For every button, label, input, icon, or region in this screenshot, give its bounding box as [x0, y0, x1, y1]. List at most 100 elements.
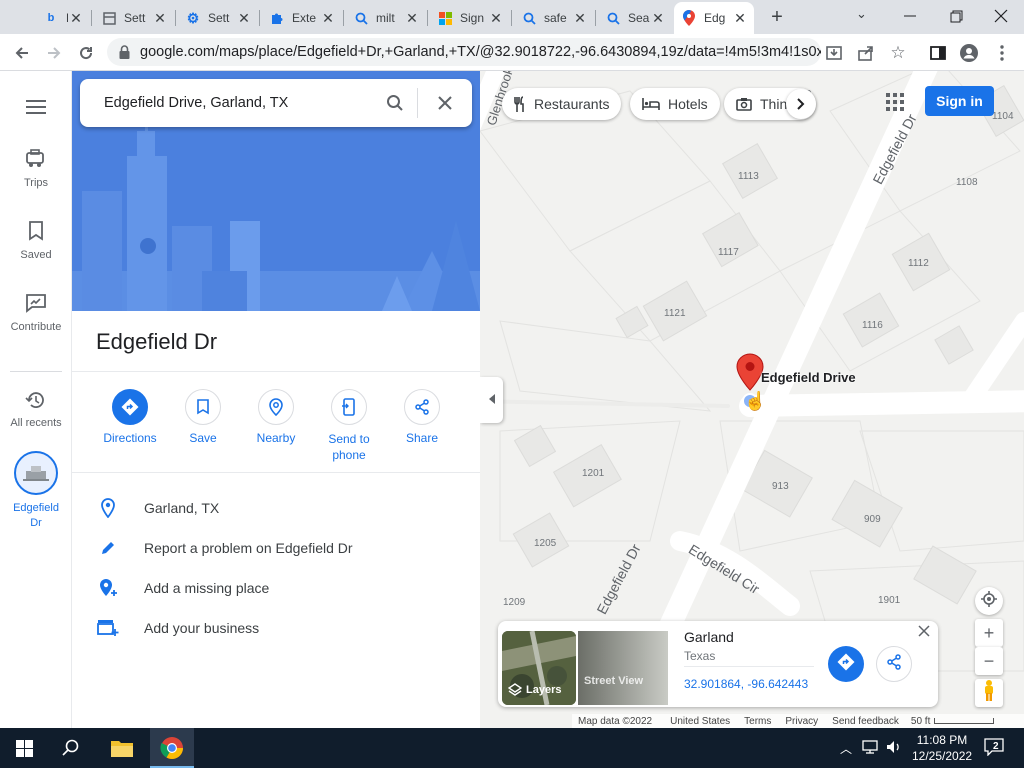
- system-clock[interactable]: 11:08 PM 12/25/2022: [912, 732, 972, 764]
- restaurants-chip[interactable]: Restaurants: [502, 88, 622, 120]
- browser-tab[interactable]: ⚙ Sett ✕: [178, 4, 258, 32]
- share-icon: [404, 389, 440, 425]
- rail-item-contribute[interactable]: Contribute: [0, 293, 72, 333]
- lot-number: 1205: [534, 538, 557, 549]
- side-panel-icon[interactable]: [927, 42, 949, 64]
- close-tab-icon[interactable]: ✕: [236, 10, 252, 27]
- browser-tab[interactable]: Sea ✕: [598, 4, 672, 32]
- volume-icon[interactable]: [886, 740, 902, 759]
- report-problem-row[interactable]: Report a problem on Edgefield Dr: [72, 528, 480, 568]
- hotels-chip[interactable]: Hotels: [630, 88, 720, 120]
- show-hidden-icons[interactable]: ︿: [840, 740, 852, 757]
- lot-number: 1201: [582, 468, 605, 479]
- bookmark-star-icon[interactable]: ☆: [887, 42, 909, 64]
- close-tab-icon[interactable]: ✕: [68, 10, 84, 27]
- apps-grid-icon[interactable]: [886, 93, 904, 111]
- close-tab-icon[interactable]: ✕: [152, 10, 168, 27]
- send-to-phone-button[interactable]: Send to phone: [314, 389, 384, 463]
- tab-search-icon[interactable]: ⌄: [856, 6, 872, 26]
- close-window-icon[interactable]: [991, 6, 1011, 26]
- map-pin-icon[interactable]: [736, 353, 764, 391]
- directions-icon: [837, 653, 855, 676]
- card-title: Garland: [684, 629, 734, 645]
- zoom-in-button[interactable]: +: [975, 619, 1003, 647]
- browser-tab[interactable]: Sett ✕: [94, 4, 174, 32]
- forward-icon[interactable]: [43, 42, 65, 64]
- rail-item-trips[interactable]: Trips: [0, 149, 72, 189]
- pegman-button[interactable]: [975, 679, 1003, 707]
- collapse-panel-button[interactable]: [480, 377, 503, 423]
- network-icon[interactable]: [862, 740, 880, 759]
- rail-item-saved[interactable]: Saved: [0, 221, 72, 261]
- browser-tab[interactable]: safe ✕: [514, 4, 594, 32]
- back-icon[interactable]: [11, 42, 33, 64]
- share-button[interactable]: Share: [387, 389, 457, 445]
- reload-icon[interactable]: [75, 42, 97, 64]
- chips-next-icon[interactable]: [786, 89, 816, 119]
- close-icon[interactable]: [918, 624, 932, 638]
- close-tab-icon[interactable]: ✕: [488, 10, 504, 27]
- browser-tab-active[interactable]: Edg ✕: [674, 2, 754, 34]
- close-tab-icon[interactable]: ✕: [650, 10, 666, 27]
- browser-menu-icon[interactable]: [991, 42, 1013, 64]
- save-button[interactable]: Save: [168, 389, 238, 445]
- share-page-icon[interactable]: [855, 42, 877, 64]
- card-coordinates[interactable]: 32.901864, -96.642443: [684, 677, 808, 691]
- windows-taskbar: ︿ 11:08 PM 12/25/2022 2: [0, 728, 1024, 768]
- taskbar-search-icon[interactable]: [62, 739, 80, 762]
- profile-icon[interactable]: [958, 42, 980, 64]
- new-tab-icon[interactable]: +: [766, 6, 788, 28]
- chrome-taskbar-button[interactable]: [150, 728, 194, 768]
- recent-place-thumbnail: [14, 451, 58, 495]
- street-view-thumbnail[interactable]: Street View: [578, 631, 668, 705]
- scale-bar: [934, 718, 995, 724]
- caret-left-icon: [488, 391, 495, 409]
- lot-number: 1104: [992, 111, 1014, 122]
- bookmark-icon: [0, 221, 72, 243]
- close-tab-icon[interactable]: ✕: [572, 10, 588, 27]
- zoom-out-button[interactable]: −: [975, 647, 1003, 675]
- maps-pin-icon: [682, 10, 696, 26]
- browser-tab[interactable]: milt ✕: [346, 4, 426, 32]
- close-tab-icon[interactable]: ✕: [404, 10, 420, 27]
- card-share-button[interactable]: [876, 646, 912, 682]
- card-directions-button[interactable]: [828, 646, 864, 682]
- lock-icon[interactable]: [119, 45, 130, 59]
- minimize-icon[interactable]: [900, 6, 920, 26]
- my-location-button[interactable]: [975, 587, 1003, 615]
- rail-item-recents[interactable]: All recents: [0, 389, 72, 429]
- sign-in-button[interactable]: Sign in: [925, 86, 994, 116]
- close-tab-icon[interactable]: ✕: [320, 10, 336, 27]
- browser-tab[interactable]: Sign ✕: [430, 4, 510, 32]
- divider: [72, 472, 480, 473]
- settings-page-icon: [102, 11, 116, 25]
- search-box[interactable]: Edgefield Drive, Garland, TX: [80, 79, 472, 127]
- windows-start-icon[interactable]: [16, 740, 33, 762]
- url-text[interactable]: google.com/maps/place/Edgefield+Dr,+Garl…: [140, 44, 821, 60]
- nearby-button[interactable]: Nearby: [241, 389, 311, 445]
- directions-button[interactable]: Directions: [95, 389, 165, 445]
- browser-tab[interactable]: Exte ✕: [262, 4, 342, 32]
- divider: [72, 371, 480, 372]
- restore-icon[interactable]: [946, 6, 966, 26]
- map-canvas[interactable]: Glenbrook Edgefield Dr Edgefield Dr Edge…: [480, 71, 1024, 728]
- place-preview-card[interactable]: Layers Street View Garland Texas 32.9018…: [498, 621, 938, 707]
- address-bar[interactable]: google.com/maps/place/Edgefield+Dr,+Garl…: [107, 38, 821, 66]
- divider: [684, 666, 814, 667]
- browser-tab[interactable]: b E2C ✕: [36, 4, 90, 32]
- close-icon[interactable]: [418, 95, 472, 111]
- search-input[interactable]: Edgefield Drive, Garland, TX: [80, 95, 373, 111]
- file-explorer-icon[interactable]: [110, 738, 134, 763]
- address-row[interactable]: Garland, TX: [72, 488, 480, 528]
- notifications-icon[interactable]: 2: [984, 738, 1006, 758]
- map-footer: Map data ©2022 United States Terms Priva…: [572, 714, 1024, 728]
- close-tab-icon[interactable]: ✕: [732, 10, 748, 27]
- add-business-row[interactable]: Add your business: [72, 608, 480, 648]
- camera-icon: [736, 97, 752, 111]
- layers-button[interactable]: Layers: [502, 631, 576, 705]
- search-icon[interactable]: [373, 94, 417, 112]
- menu-icon[interactable]: [26, 99, 46, 115]
- install-app-icon[interactable]: [823, 42, 845, 64]
- add-missing-place-row[interactable]: Add a missing place: [72, 568, 480, 608]
- rail-item-recent-place[interactable]: Edgefield Dr: [0, 451, 72, 531]
